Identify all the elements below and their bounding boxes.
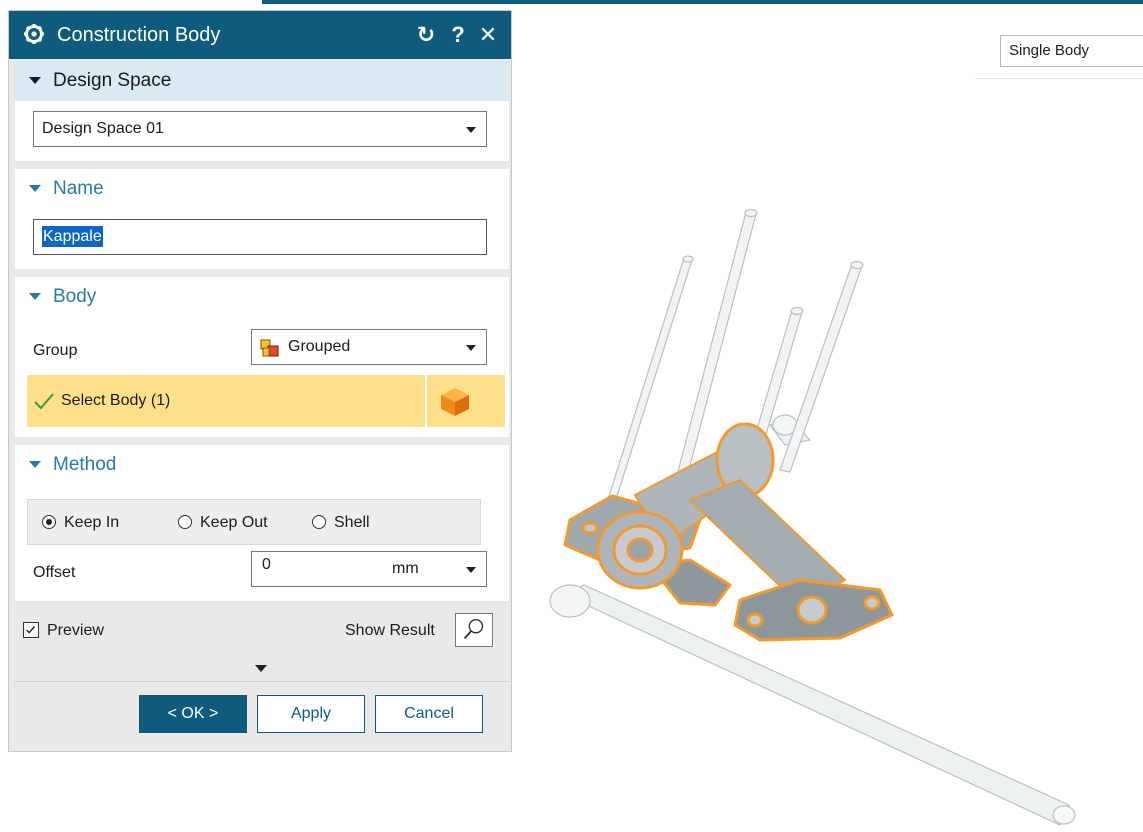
design-space-section: Design Space Design Space 01 bbox=[15, 61, 509, 161]
close-icon[interactable]: ✕ bbox=[475, 21, 501, 49]
apply-button[interactable]: Apply bbox=[257, 695, 365, 733]
method-radio-group: Keep In Keep Out Shell bbox=[27, 499, 481, 545]
checkmark-icon bbox=[34, 393, 54, 410]
radio-shell-label: Shell bbox=[334, 514, 370, 531]
select-body-label: Select Body (1) bbox=[61, 392, 171, 409]
ok-button[interactable]: < OK > bbox=[139, 695, 247, 733]
design-space-value: Design Space 01 bbox=[42, 120, 164, 137]
design-space-title: Design Space bbox=[53, 70, 172, 91]
offset-value: 0 bbox=[262, 556, 271, 573]
chevron-down-icon bbox=[466, 127, 476, 133]
offset-input[interactable]: 0 mm bbox=[251, 551, 487, 587]
help-icon[interactable]: ? bbox=[445, 21, 471, 49]
name-section: Name Kappale bbox=[15, 169, 509, 269]
divider bbox=[425, 375, 427, 427]
chevron-down-icon bbox=[466, 345, 476, 351]
design-space-dropdown[interactable]: Design Space 01 bbox=[33, 111, 487, 147]
name-title: Name bbox=[53, 178, 104, 199]
viewport-top-border bbox=[262, 0, 1143, 4]
model-viewport[interactable] bbox=[512, 150, 1143, 832]
magnifier-icon bbox=[463, 618, 484, 640]
collapse-triangle-icon bbox=[29, 293, 41, 300]
select-body-row[interactable]: Select Body (1) bbox=[27, 375, 505, 427]
dialog-titlebar: Construction Body ↻ ? ✕ bbox=[9, 11, 511, 59]
toolbar-divider bbox=[975, 78, 1143, 79]
group-label: Group bbox=[33, 342, 78, 359]
radio-keep-out-label: Keep Out bbox=[200, 514, 268, 531]
checkmark-icon bbox=[26, 626, 36, 634]
preview-label: Preview bbox=[47, 622, 104, 639]
radio-selected-icon bbox=[42, 515, 56, 529]
body-mode-dropdown[interactable]: Single Body bbox=[1000, 35, 1143, 67]
offset-label: Offset bbox=[33, 564, 76, 581]
body-header[interactable]: Body bbox=[15, 277, 509, 317]
collapse-triangle-icon bbox=[29, 185, 41, 192]
radio-empty-icon bbox=[312, 515, 326, 529]
method-header[interactable]: Method bbox=[15, 445, 509, 485]
method-title: Method bbox=[53, 454, 117, 475]
group-value: Grouped bbox=[288, 338, 351, 355]
radio-keep-in-label: Keep In bbox=[64, 514, 120, 531]
cancel-button[interactable]: Cancel bbox=[375, 695, 483, 733]
collapse-triangle-icon bbox=[29, 461, 41, 468]
name-header[interactable]: Name bbox=[15, 169, 509, 209]
construction-body-dialog: Construction Body ↻ ? ✕ Design Space Des… bbox=[8, 10, 512, 752]
design-space-header[interactable]: Design Space bbox=[15, 61, 509, 101]
show-result-button[interactable] bbox=[455, 613, 493, 647]
chevron-down-icon bbox=[466, 567, 476, 573]
dialog-title: Construction Body bbox=[57, 24, 221, 46]
show-result-label: Show Result bbox=[345, 622, 435, 639]
radio-empty-icon bbox=[178, 515, 192, 529]
footer-divider bbox=[15, 681, 509, 682]
collapse-triangle-icon bbox=[29, 77, 41, 84]
gear-icon bbox=[24, 24, 44, 44]
expand-more-icon[interactable] bbox=[255, 665, 267, 672]
reset-icon[interactable]: ↻ bbox=[413, 21, 439, 49]
offset-unit: mm bbox=[392, 560, 419, 577]
group-dropdown[interactable]: Grouped bbox=[251, 329, 487, 365]
grouped-icon bbox=[260, 339, 279, 357]
solid-body-icon[interactable] bbox=[437, 383, 473, 419]
name-input[interactable]: Kappale bbox=[33, 219, 487, 255]
body-title: Body bbox=[53, 286, 97, 307]
name-input-value: Kappale bbox=[42, 226, 103, 247]
preview-checkbox[interactable] bbox=[23, 622, 39, 638]
